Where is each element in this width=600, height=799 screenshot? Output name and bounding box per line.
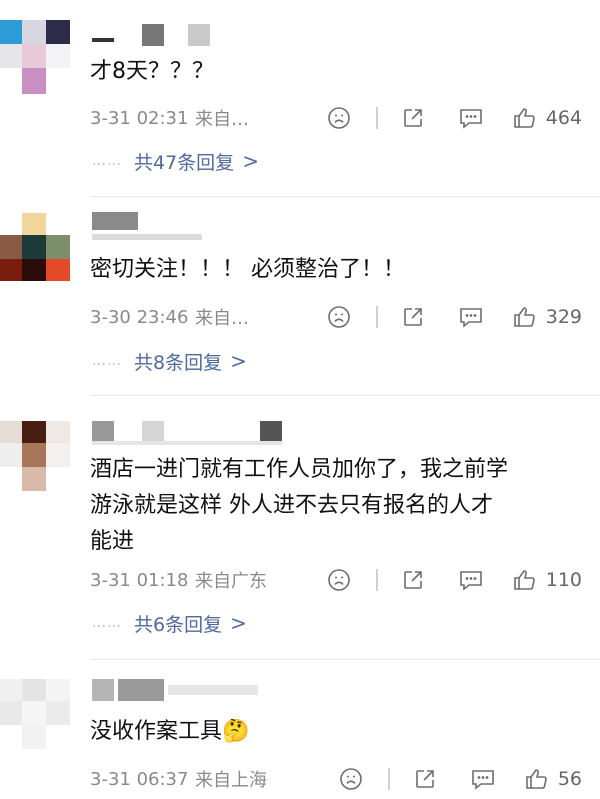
divider-vertical — [375, 306, 378, 328]
comment-text-line: 酒店一进门就有工作人员加你了，我之前学 — [90, 457, 509, 482]
comment-source: 来自上海 — [195, 770, 267, 791]
comment-time: 3-31 02:31 — [90, 107, 189, 129]
comment-text: 才8天？？？ — [90, 59, 214, 84]
comment-text-line: 游泳就是这样 外人进不去只有报名的人才 — [90, 493, 493, 518]
avatar[interactable] — [0, 421, 70, 491]
divider-vertical — [375, 569, 378, 591]
username-redacted[interactable] — [92, 212, 212, 240]
comment-source: 来自广东 — [195, 571, 267, 592]
thumbs-up-icon — [513, 570, 535, 590]
sad-face-icon[interactable] — [336, 764, 366, 794]
comment-meta: 3-31 06:37 来自上海 56 — [90, 764, 582, 794]
share-icon[interactable] — [398, 565, 428, 595]
username-redacted[interactable] — [92, 24, 232, 46]
view-replies-link[interactable]: …… 共6条回复 > — [92, 609, 247, 637]
avatar[interactable] — [0, 679, 70, 749]
username-redacted[interactable] — [92, 679, 272, 701]
thumbs-up-icon — [513, 307, 535, 327]
share-icon[interactable] — [410, 764, 440, 794]
comment-time: 3-31 06:37 — [90, 768, 189, 790]
thumbs-up-icon — [526, 769, 547, 789]
like-button[interactable]: 464 — [512, 106, 582, 130]
reply-count-text: 共8条回复 — [134, 351, 223, 374]
view-replies-link[interactable]: …… 共47条回复 > — [92, 147, 259, 175]
thumbs-up-icon — [513, 108, 535, 128]
comment-icon[interactable] — [456, 302, 486, 332]
comment-divider — [90, 659, 600, 660]
comment-divider — [90, 196, 600, 197]
comment-source: 来自… — [195, 308, 249, 329]
sad-face-icon[interactable] — [324, 103, 354, 133]
like-button[interactable]: 110 — [512, 568, 582, 592]
comment-text-line: 能进 — [90, 529, 135, 554]
divider-vertical — [375, 107, 378, 129]
like-button[interactable]: 329 — [512, 305, 582, 329]
comment-time: 3-30 23:46 — [90, 306, 189, 328]
avatar[interactable] — [0, 213, 70, 281]
comment-divider — [90, 395, 600, 396]
comment-source: 来自… — [195, 109, 249, 130]
comment-meta: 3-31 01:18 来自广东 110 — [90, 565, 582, 595]
comment-time: 3-31 01:18 — [90, 569, 189, 591]
sad-face-icon[interactable] — [324, 565, 354, 595]
like-count: 464 — [545, 107, 582, 129]
reply-dots: …… — [92, 353, 122, 369]
share-icon[interactable] — [398, 103, 428, 133]
like-count: 110 — [545, 569, 582, 591]
comment-meta: 3-31 02:31 来自… 464 — [90, 103, 582, 133]
reply-count-text: 共6条回复 — [134, 613, 223, 636]
comment-meta: 3-30 23:46 来自… 329 — [90, 302, 582, 332]
like-count: 56 — [557, 768, 582, 790]
share-icon[interactable] — [398, 302, 428, 332]
comment-text: 酒店一进门就有工作人员加你了，我之前学 游泳就是这样 外人进不去只有报名的人才 … — [90, 452, 580, 560]
divider-vertical — [387, 768, 390, 790]
reply-count-text: 共47条回复 — [134, 151, 235, 174]
comment-icon[interactable] — [468, 764, 498, 794]
like-count: 329 — [545, 306, 582, 328]
reply-dots: …… — [92, 615, 122, 631]
comment-text: 密切关注！！！ 必须整治了！！ — [90, 257, 405, 282]
comment-text-body: 没收作案工具 — [90, 719, 223, 744]
thinking-face-emoji-icon: 🤔 — [222, 719, 250, 744]
reply-dots: …… — [92, 153, 122, 169]
chevron-right-icon: > — [242, 149, 259, 173]
avatar[interactable] — [0, 20, 70, 94]
comment-icon[interactable] — [456, 565, 486, 595]
like-button[interactable]: 56 — [524, 767, 582, 791]
username-redacted[interactable] — [92, 421, 292, 445]
comment-text: 没收作案工具🤔 — [90, 714, 580, 750]
sad-face-icon[interactable] — [324, 302, 354, 332]
comment-icon[interactable] — [456, 103, 486, 133]
chevron-right-icon: > — [230, 611, 247, 635]
view-replies-link[interactable]: …… 共8条回复 > — [92, 347, 247, 375]
chevron-right-icon: > — [230, 349, 247, 373]
